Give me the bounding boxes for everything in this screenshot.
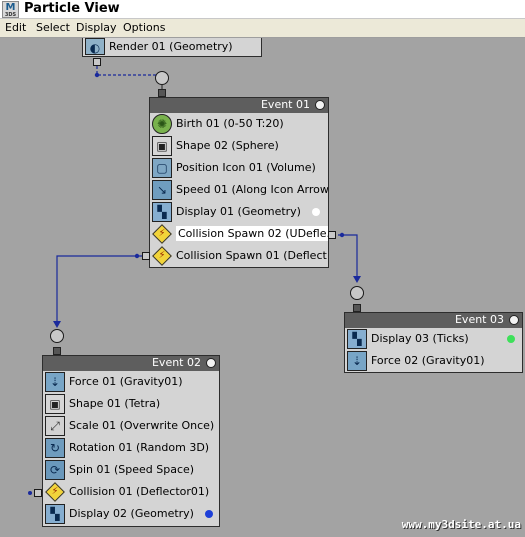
particle-view-canvas[interactable]: ◐ Render 01 (Geometry) Event 01 ✺ Birth … xyxy=(0,38,525,537)
collision-test-icon: ⚡ xyxy=(45,482,65,502)
event02-node[interactable]: Event 02 ⇣ Force 01 (Gravity01) ▣ Shape … xyxy=(42,355,220,527)
operator-collision[interactable]: ⚡ Collision 01 (Deflector01) xyxy=(43,481,219,503)
collision-test-icon: ⚡ xyxy=(152,246,172,266)
event02-input-port[interactable] xyxy=(50,329,64,343)
event02-input-stub xyxy=(53,347,61,355)
display-color-swatch[interactable] xyxy=(205,510,213,518)
event03-input-stub xyxy=(353,304,361,312)
menu-bar: Edit Select Display Options xyxy=(0,19,525,38)
event03-input-port[interactable] xyxy=(350,286,364,300)
wire-arrow xyxy=(53,321,61,328)
watermark: www.my3dsite.at.ua xyxy=(401,518,521,531)
bulb-icon[interactable] xyxy=(509,315,519,325)
operator-birth[interactable]: ✺ Birth 01 (0-50 T:20) xyxy=(150,113,328,135)
position-icon: ▢ xyxy=(152,158,172,178)
operator-display[interactable]: ▚ Display 01 (Geometry) xyxy=(150,201,328,223)
window-title: Particle View xyxy=(24,1,120,16)
operator-collision-spawn-02[interactable]: ⚡ Collision Spawn 02 (UDefle... xyxy=(150,223,328,245)
display-icon: ▚ xyxy=(45,504,65,524)
operator-speed[interactable]: ↘ Speed 01 (Along Icon Arrow) xyxy=(150,179,328,201)
wire-spawn02-to-event03 xyxy=(338,234,358,276)
operator-display[interactable]: ▚ Display 03 (Ticks) xyxy=(345,328,522,350)
wire-dot xyxy=(94,72,100,78)
event01-input-stub xyxy=(158,89,166,97)
operator-collision-spawn-01[interactable]: ⚡ Collision Spawn 01 (Deflect... xyxy=(150,245,328,267)
force-icon: ⇣ xyxy=(347,351,367,371)
event03-header[interactable]: Event 03 xyxy=(345,313,522,328)
wire-spawn01-to-event02 xyxy=(56,255,143,321)
operator-position-icon[interactable]: ▢ Position Icon 01 (Volume) xyxy=(150,157,328,179)
menu-display[interactable]: Display xyxy=(76,21,117,34)
operator-spin[interactable]: ⟳ Spin 01 (Speed Space) xyxy=(43,459,219,481)
event01-header[interactable]: Event 01 xyxy=(150,98,328,113)
display-icon: ▚ xyxy=(347,329,367,349)
title-bar: M 3DS Particle View xyxy=(0,0,525,19)
render-node[interactable]: ◐ Render 01 (Geometry) xyxy=(82,38,262,57)
event03-title: Event 03 xyxy=(454,313,504,326)
wire-dot xyxy=(339,232,345,238)
event01-input-port[interactable] xyxy=(155,71,169,85)
collision-output-port[interactable] xyxy=(34,489,42,497)
render-output-port[interactable] xyxy=(93,58,101,66)
event02-title: Event 02 xyxy=(151,356,201,369)
collision-test-icon: ⚡ xyxy=(152,224,172,244)
event01-node[interactable]: Event 01 ✺ Birth 01 (0-50 T:20) ▣ Shape … xyxy=(149,97,329,268)
display-color-swatch[interactable] xyxy=(312,208,320,216)
spin-icon: ⟳ xyxy=(45,460,65,480)
menu-select[interactable]: Select xyxy=(36,21,70,34)
operator-scale[interactable]: ⤢ Scale 01 (Overwrite Once) xyxy=(43,415,219,437)
bulb-icon[interactable] xyxy=(315,100,325,110)
operator-display[interactable]: ▚ Display 02 (Geometry) xyxy=(43,503,219,525)
event01-title: Event 01 xyxy=(260,98,310,111)
wire-render-to-event01 xyxy=(96,66,162,76)
spawn02-output-port[interactable] xyxy=(328,231,336,239)
wire-dot xyxy=(134,253,140,259)
display-icon: ▚ xyxy=(152,202,172,222)
render-teapot-icon: ◐ xyxy=(85,38,105,55)
operator-render[interactable]: ◐ Render 01 (Geometry) xyxy=(83,38,261,56)
operator-rotation[interactable]: ↻ Rotation 01 (Random 3D) xyxy=(43,437,219,459)
speed-arrow-icon: ↘ xyxy=(152,180,172,200)
event02-header[interactable]: Event 02 xyxy=(43,356,219,371)
operator-shape[interactable]: ▣ Shape 01 (Tetra) xyxy=(43,393,219,415)
birth-icon: ✺ xyxy=(152,114,172,134)
app-logo-icon: M 3DS xyxy=(2,1,19,18)
operator-force[interactable]: ⇣ Force 02 (Gravity01) xyxy=(345,350,522,372)
shape-cube-icon: ▣ xyxy=(45,394,65,414)
operator-shape[interactable]: ▣ Shape 02 (Sphere) xyxy=(150,135,328,157)
event03-node[interactable]: Event 03 ▚ Display 03 (Ticks) ⇣ Force 02… xyxy=(344,312,523,373)
scale-icon: ⤢ xyxy=(45,416,65,436)
shape-cube-icon: ▣ xyxy=(152,136,172,156)
menu-options[interactable]: Options xyxy=(123,21,165,34)
wire-arrow xyxy=(353,276,361,283)
force-icon: ⇣ xyxy=(45,372,65,392)
bulb-icon[interactable] xyxy=(206,358,216,368)
wire-dot xyxy=(28,491,32,495)
operator-force[interactable]: ⇣ Force 01 (Gravity01) xyxy=(43,371,219,393)
display-color-swatch[interactable] xyxy=(507,335,515,343)
rotation-icon: ↻ xyxy=(45,438,65,458)
spawn01-output-port[interactable] xyxy=(142,252,150,260)
menu-edit[interactable]: Edit xyxy=(5,21,26,34)
